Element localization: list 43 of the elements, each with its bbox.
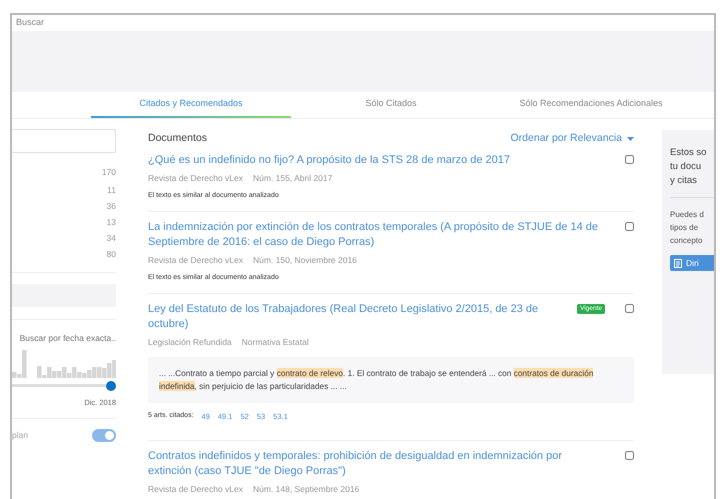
document-icon [674, 258, 682, 268]
count: 34 [106, 233, 116, 244]
panel-text: tu docu [670, 160, 702, 174]
document-checkbox[interactable] [625, 451, 634, 460]
tab[interactable]: Sólo Citados [291, 92, 491, 118]
document-meta: Revista de Derecho vLex [148, 254, 243, 267]
document-checkbox[interactable] [625, 222, 634, 231]
count: 11 [107, 185, 116, 196]
date-search-link[interactable]: Buscar por fecha exacta.. [20, 332, 116, 345]
panel-text: Estos so [670, 146, 708, 160]
caret-icon [627, 136, 634, 141]
count: 170 [102, 167, 116, 178]
panel-text: y citas [670, 174, 698, 188]
section-heading: Documentos [148, 131, 207, 146]
count: 80 [106, 249, 116, 260]
filter-field[interactable] [12, 129, 116, 153]
document-title-link[interactable]: Contratos indefinidos y temporales: prohibición de desigualdad en indemnización por extinción (caso TJUE "de Diego Porras") [148, 449, 605, 480]
panel-text: concepto [670, 235, 704, 247]
document-meta: Revista de Derecho vLex [148, 172, 243, 184]
toggle-label: plan [12, 429, 28, 442]
tab[interactable]: Sólo Recomendaciones Adicionales [491, 92, 691, 118]
document-meta: Núm. 150, Noviembre 2016 [252, 254, 357, 267]
document-meta: Núm. 155, Abril 2017 [252, 172, 332, 184]
count: 13 [106, 217, 116, 228]
toggle-switch[interactable] [92, 429, 116, 442]
count: 36 [106, 201, 116, 212]
panel-text: Puedes d [670, 209, 705, 221]
document-meta: Núm. 148, Septiembre 2016 [252, 483, 360, 496]
document-title-link[interactable]: Ley del Estatuto de los Trabajadores (Real Decreto Legislativo 2/2015, de 23 de octubre) [148, 302, 572, 332]
tab[interactable]: Citados y Recomendados [91, 92, 291, 118]
document-snippet: ... ...Contrato a tiempo parcial y contrato de relevo. 1. El contrato de trabajo se entenderá ... con contratos de duración indefinida, sin perjuicio de las particularidades ... ... [148, 357, 634, 403]
document-checkbox[interactable] [625, 304, 634, 314]
document-meta: Revista de Derecho vLex [148, 483, 243, 496]
document-meta: Normativa Estatal [242, 336, 309, 349]
panel-button[interactable]: Diri [670, 255, 714, 271]
document-title-link[interactable]: La indemnización por extinción de los contratos temporales (A propósito de STJUE de 14 de Septiembre de 2016: el caso de Diego Porras) [148, 220, 605, 250]
document-meta: Legislación Refundida [148, 336, 232, 349]
document-checkbox[interactable] [625, 154, 634, 164]
panel-text: tipos de [670, 222, 700, 234]
sort-dropdown[interactable]: Ordenar por Relevancia [510, 131, 634, 147]
slider-thumb[interactable] [106, 380, 116, 391]
document-title-link[interactable]: ¿Qué es un indefinido no fijo? A propósito de la STS 28 de marzo de 2017 [148, 152, 510, 168]
search-label: Buscar [16, 16, 44, 30]
